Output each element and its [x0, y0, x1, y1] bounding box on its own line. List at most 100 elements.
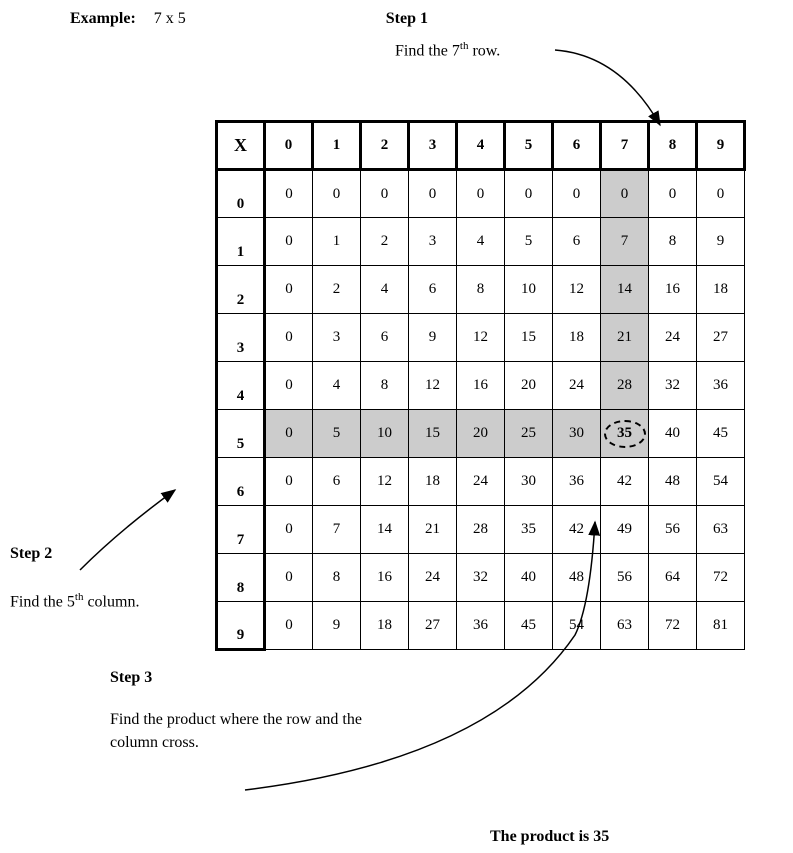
table-cell: 10 — [505, 266, 553, 314]
table-cell: 45 — [697, 410, 745, 458]
col-header: 8 — [649, 122, 697, 170]
table-cell: 49 — [601, 506, 649, 554]
table-cell: 72 — [649, 602, 697, 650]
table-cell: 20 — [505, 362, 553, 410]
table-cell: 3 — [409, 218, 457, 266]
table-cell: 24 — [457, 458, 505, 506]
table-cell: 36 — [553, 458, 601, 506]
table-cell: 81 — [697, 602, 745, 650]
row-header: 5 — [217, 410, 265, 458]
table-cell: 0 — [697, 170, 745, 218]
table-cell: 16 — [361, 554, 409, 602]
table-cell: 18 — [553, 314, 601, 362]
table-cell: 0 — [649, 170, 697, 218]
table-cell: 24 — [649, 314, 697, 362]
table-cell: 9 — [697, 218, 745, 266]
table-cell: 36 — [457, 602, 505, 650]
col-header: 9 — [697, 122, 745, 170]
table-cell: 30 — [505, 458, 553, 506]
table-cell: 42 — [553, 506, 601, 554]
table-cell: 2 — [313, 266, 361, 314]
product-result: The product is 35 — [490, 828, 609, 846]
table-cell: 48 — [553, 554, 601, 602]
table-cell: 8 — [649, 218, 697, 266]
step2-text: Find the 5th column. — [10, 591, 139, 611]
table-cell: 54 — [697, 458, 745, 506]
table-cell: 0 — [553, 170, 601, 218]
table-cell: 20 — [457, 410, 505, 458]
table-cell: 0 — [265, 506, 313, 554]
table-cell: 63 — [601, 602, 649, 650]
table-cell: 15 — [505, 314, 553, 362]
table-cell: 40 — [649, 410, 697, 458]
table-cell: 40 — [505, 554, 553, 602]
table-cell: 0 — [265, 458, 313, 506]
table-cell: 56 — [649, 506, 697, 554]
step3-text: Find the product where the row and the c… — [110, 709, 410, 754]
table-cell: 12 — [457, 314, 505, 362]
example-text: 7 x 5 — [154, 10, 186, 28]
step1-label: Step 1 — [386, 10, 428, 28]
table-cell: 4 — [313, 362, 361, 410]
table-cell: 64 — [649, 554, 697, 602]
table-cell: 21 — [409, 506, 457, 554]
table-cell: 9 — [313, 602, 361, 650]
table-cell: 15 — [409, 410, 457, 458]
table-cell: 28 — [457, 506, 505, 554]
table-cell: 48 — [649, 458, 697, 506]
table-cell: 4 — [361, 266, 409, 314]
table-cell: 5 — [313, 410, 361, 458]
arrow-step1-icon — [555, 50, 660, 125]
col-header: 2 — [361, 122, 409, 170]
table-cell: 0 — [601, 170, 649, 218]
col-header: 3 — [409, 122, 457, 170]
table-cell: 9 — [409, 314, 457, 362]
col-header: 7 — [601, 122, 649, 170]
table-cell: 18 — [361, 602, 409, 650]
table-cell: 45 — [505, 602, 553, 650]
row-header: 0 — [217, 170, 265, 218]
col-header: 6 — [553, 122, 601, 170]
example-label: Example: — [70, 10, 136, 28]
row-header: 2 — [217, 266, 265, 314]
answer-circle-icon — [604, 420, 646, 448]
table-cell: 32 — [649, 362, 697, 410]
table-cell: 35 — [505, 506, 553, 554]
table-cell: 16 — [649, 266, 697, 314]
col-header: 4 — [457, 122, 505, 170]
table-corner: X — [217, 122, 265, 170]
table-cell: 12 — [553, 266, 601, 314]
table-cell: 12 — [361, 458, 409, 506]
row-header: 9 — [217, 602, 265, 650]
table-cell: 1 — [313, 218, 361, 266]
table-cell: 5 — [505, 218, 553, 266]
table-cell: 2 — [361, 218, 409, 266]
table-cell: 27 — [409, 602, 457, 650]
table-cell: 56 — [601, 554, 649, 602]
table-cell: 8 — [361, 362, 409, 410]
row-header: 7 — [217, 506, 265, 554]
row-header: 3 — [217, 314, 265, 362]
table-cell: 54 — [553, 602, 601, 650]
table-cell: 0 — [409, 170, 457, 218]
table-cell: 0 — [265, 218, 313, 266]
table-cell: 14 — [361, 506, 409, 554]
table-cell: 12 — [409, 362, 457, 410]
table-cell: 0 — [313, 170, 361, 218]
table-cell: 3 — [313, 314, 361, 362]
table-cell: 0 — [265, 410, 313, 458]
table-cell: 8 — [313, 554, 361, 602]
table-cell: 36 — [697, 362, 745, 410]
table-cell: 8 — [457, 266, 505, 314]
table-cell: 0 — [265, 170, 313, 218]
table-cell: 32 — [457, 554, 505, 602]
table-cell: 6 — [361, 314, 409, 362]
table-cell: 0 — [361, 170, 409, 218]
table-cell: 14 — [601, 266, 649, 314]
table-cell: 72 — [697, 554, 745, 602]
table-cell: 25 — [505, 410, 553, 458]
table-cell: 10 — [361, 410, 409, 458]
table-cell: 0 — [457, 170, 505, 218]
multiplication-table: X012345678900000000000101234567892024681… — [215, 120, 778, 651]
table-cell: 24 — [409, 554, 457, 602]
